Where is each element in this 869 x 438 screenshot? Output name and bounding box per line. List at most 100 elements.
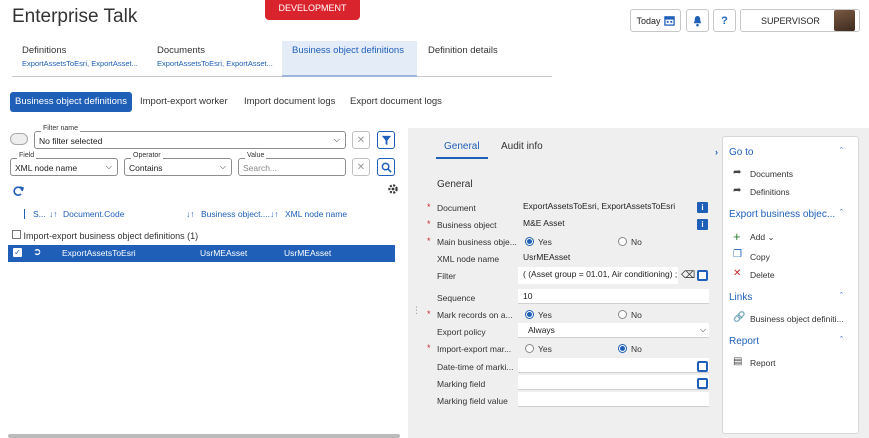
tab-active-indicator (436, 157, 488, 159)
table-row[interactable]: ✓ ➲ ExportAssetsToEsri UsrMEAsset UsrMEA… (8, 245, 395, 262)
today-button[interactable]: Today (630, 9, 681, 32)
report-icon: ▤ (733, 356, 743, 367)
clear-filter-button[interactable]: ✕ (352, 131, 370, 149)
column-header-business-object[interactable]: Business object.... (201, 209, 270, 219)
goto-documents[interactable]: Documents (750, 169, 793, 179)
tab-label: Definition details (428, 45, 498, 56)
filter-toggle[interactable] (10, 133, 28, 145)
marking-field-value-input[interactable] (518, 392, 709, 407)
datetime-marking-input[interactable] (518, 358, 709, 373)
column-header-status[interactable]: S... (33, 209, 46, 219)
subtab-import-document-logs[interactable]: Import document logs (239, 92, 340, 112)
export-policy-value: Always (528, 325, 555, 335)
main-bo-no-radio[interactable] (618, 237, 627, 246)
delete-action[interactable]: Delete (750, 270, 775, 280)
bell-icon (693, 15, 702, 26)
field-label: Field (17, 152, 37, 159)
operator-select[interactable]: Operator Contains ⌵ (124, 152, 232, 176)
link-icon: 🔗 (733, 312, 746, 323)
subtab-export-document-logs[interactable]: Export document logs (345, 92, 447, 112)
required-marker: * (427, 219, 431, 229)
column-header-document-code[interactable]: Document.Code (63, 209, 124, 219)
settings-button[interactable] (387, 183, 399, 197)
main-bo-yes-radio[interactable] (525, 237, 534, 246)
open-icon[interactable] (697, 378, 708, 389)
export-icon: ➲ (33, 247, 42, 258)
chevron-up-icon[interactable]: ˆ (840, 208, 843, 218)
actions-panel (722, 136, 859, 434)
goto-header[interactable]: Go to (729, 147, 753, 158)
tab-sublabel: ExportAssetsToEsri, ExportAsset... (157, 59, 273, 68)
document-label: Document (437, 203, 476, 213)
group-label: Import-export business object definition… (23, 231, 199, 241)
chevron-up-icon[interactable]: ˆ (840, 146, 843, 156)
eraser-icon[interactable]: ⌫ (681, 270, 695, 281)
subtab-import-export-worker[interactable]: Import-export worker (135, 92, 233, 112)
sort-icon[interactable]: ↓↑ (186, 209, 195, 219)
export-policy-label: Export policy (437, 327, 486, 337)
search-button[interactable] (377, 158, 395, 176)
tab-definitions[interactable]: Definitions ExportAssetsToEsri, ExportAs… (12, 41, 152, 76)
field-select[interactable]: Field XML node name ⌵ (10, 152, 118, 176)
chevron-right-icon[interactable]: › (715, 147, 718, 157)
marking-field-value-label: Marking field value (437, 396, 508, 406)
row-document-code: ExportAssetsToEsri (62, 248, 136, 258)
links-header[interactable]: Links (729, 292, 752, 303)
column-header-xml-node-name[interactable]: XML node name (285, 209, 347, 219)
resize-handle[interactable]: ⋮ (412, 305, 421, 316)
arrow-forward-icon: ➦ (733, 167, 742, 178)
clear-value-button[interactable]: ✕ (352, 158, 370, 176)
horizontal-scrollbar[interactable] (8, 434, 400, 438)
marking-field-input[interactable] (518, 375, 709, 390)
mark-records-label: Mark records on a... (437, 310, 513, 320)
sequence-input[interactable]: 10 (518, 289, 709, 304)
chevron-up-icon[interactable]: ˆ (840, 291, 843, 301)
export-policy-select[interactable]: Always (518, 323, 709, 338)
tab-business-object-definitions[interactable]: Business object definitions (282, 41, 417, 76)
document-value: ExportAssetsToEsri, ExportAssetsToEsri (523, 201, 676, 211)
chevron-down-icon: ⌵ (219, 162, 226, 171)
info-button[interactable]: i (697, 219, 708, 230)
mark-no-radio[interactable] (618, 310, 627, 319)
filter-value[interactable]: ( (Asset group = 01.01, Air conditioning… (518, 267, 678, 284)
filter-button[interactable] (377, 131, 395, 149)
chevron-up-icon[interactable]: ˆ (840, 335, 843, 345)
ie-mark-yes-radio[interactable] (525, 344, 534, 353)
add-action[interactable]: Add ⌄ (750, 232, 775, 243)
yes-label: Yes (538, 344, 552, 354)
tab-definition-details[interactable]: Definition details (418, 41, 528, 76)
value-label: Value (245, 152, 267, 159)
delete-icon: ✕ (733, 268, 742, 279)
tab-audit-info[interactable]: Audit info (501, 141, 543, 152)
subtab-business-object-definitions[interactable]: Business object definitions (10, 92, 132, 112)
open-icon[interactable] (697, 361, 708, 372)
sort-icon[interactable]: ↓↑ (270, 209, 279, 219)
section-title: General (437, 179, 473, 190)
calendar-icon (663, 16, 675, 26)
main-business-object-label: Main business obje... (437, 237, 517, 247)
ie-mark-no-radio[interactable] (618, 344, 627, 353)
business-object-label: Business object (437, 220, 497, 230)
tab-documents[interactable]: Documents ExportAssetsToEsri, ExportAsse… (147, 41, 282, 76)
value-input[interactable]: Value Search... (238, 152, 346, 176)
business-object-value: M&E Asset (523, 218, 565, 228)
tab-general[interactable]: General (444, 141, 480, 152)
sort-icon[interactable]: ↓↑ (49, 209, 58, 219)
refresh-button[interactable] (12, 185, 25, 199)
open-icon[interactable] (697, 270, 708, 281)
row-business-object: UsrMEAsset (200, 248, 248, 258)
mark-yes-radio[interactable] (525, 310, 534, 319)
report-header[interactable]: Report (729, 336, 759, 347)
help-button[interactable]: ? (713, 9, 736, 32)
export-header[interactable]: Export business objec... (729, 209, 835, 220)
info-button[interactable]: i (697, 202, 708, 213)
row-checkbox[interactable]: ✓ (13, 248, 22, 257)
filter-name-select[interactable]: Filter name No filter selected ⌵ (34, 125, 346, 149)
notifications-button[interactable] (686, 9, 709, 32)
report-action[interactable]: Report (750, 358, 776, 368)
group-row[interactable]: Import-export business object definition… (12, 230, 198, 241)
copy-action[interactable]: Copy (750, 252, 770, 262)
goto-definitions[interactable]: Definitions (750, 187, 790, 197)
link-business-object-definitions[interactable]: Business object definiti... (750, 314, 844, 324)
group-checkbox[interactable] (12, 230, 21, 239)
